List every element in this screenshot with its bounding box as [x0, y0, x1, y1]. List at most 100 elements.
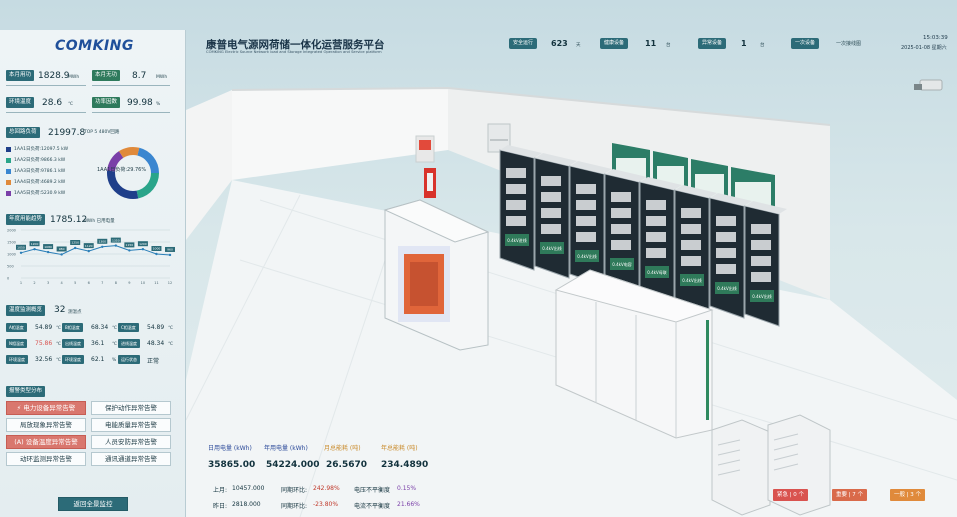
temp-unit: ℃ — [56, 326, 62, 331]
yesterday-label: 昨日: — [213, 503, 228, 510]
x-tick-label: 3 — [47, 281, 49, 285]
data-point — [46, 250, 50, 254]
alarm-type-button[interactable]: 通讯通道异常告警 — [91, 452, 171, 466]
temp-label: N相温度 — [6, 339, 27, 348]
important-alert-badge[interactable]: 重要 | 7 个 — [832, 489, 867, 501]
divider — [92, 85, 170, 86]
cur-imbalance-value: 21.66% — [397, 501, 420, 508]
alarm-type-button[interactable]: 局放现象异常告警 — [6, 418, 86, 432]
cabinet-label: 0.4kV出线 — [717, 285, 736, 291]
general-alert-badge[interactable]: 一般 | 3 个 — [890, 489, 925, 501]
abnormal-pill: 异常设备 — [698, 38, 727, 49]
alarm-type-button[interactable]: 保护动作异常告警 — [91, 401, 171, 415]
reactive-unit: MWh — [156, 75, 168, 80]
temp-value: 36.1 — [91, 340, 105, 347]
clock-date: 2025-01-08 星期六 — [901, 45, 947, 51]
data-point — [155, 252, 158, 256]
legend-item-label: 1AA2日负荷:9866.3 kW — [14, 158, 66, 163]
env-temp-value: 28.6 — [42, 98, 63, 108]
divider — [6, 112, 86, 113]
pf-unit: % — [156, 102, 161, 107]
month-power-value: 1828.9 — [38, 71, 70, 81]
back-overview-button[interactable]: 返回全景监控 — [58, 497, 128, 511]
healthy-pill: 健康设备 — [600, 38, 629, 49]
temp-value: 68.34 — [91, 324, 109, 331]
left-panel: COMKING 本月用功 1828.9 MWh 本月无功 8.7 MWh 环境温… — [0, 30, 186, 517]
x-tick-label: 7 — [101, 281, 103, 285]
x-tick-label: 10 — [141, 281, 145, 285]
temp-value: 48.34 — [147, 340, 165, 347]
reactive-value: 8.7 — [132, 71, 147, 81]
data-point — [141, 248, 145, 251]
temp-unit: % — [112, 358, 117, 363]
day-energy-label: 日用电量 (kWh) — [208, 445, 252, 452]
temp-unit: ℃ — [112, 342, 118, 347]
temp-unit: ℃ — [112, 326, 118, 331]
temp-value: 75.86 — [35, 340, 53, 347]
temp-unit: ℃ — [56, 358, 62, 363]
temp-value: 62.1 — [91, 356, 105, 363]
urgent-alert-badge[interactable]: 紧急 | 0 个 — [773, 489, 808, 501]
x-tick-label: 8 — [115, 281, 117, 285]
top-bar: 康普电气源网荷储一体化运营服务平台 COMKING Electric Sourc… — [186, 30, 957, 60]
load-tag: 总回路负荷 — [6, 127, 40, 138]
safe-days-value: 623 — [551, 39, 568, 48]
platform-subtitle: COMKING Electric Source Network load and… — [206, 50, 382, 54]
env-temp-tag: 环境温度 — [6, 97, 35, 108]
legend-item-label: 1AA3日负荷:9786.1 kW — [14, 169, 66, 174]
cabinet-label: 0.4kV进线 — [507, 237, 526, 243]
pf-value: 99.98 — [127, 98, 153, 108]
temp-label: 环境温度 — [6, 355, 28, 364]
cur-imbalance-label: 电流不平衡度 — [354, 503, 391, 510]
legend-swatch — [6, 169, 11, 174]
alarm-type-button[interactable]: ⚡ 电力设备异常告警 — [6, 401, 86, 415]
temp-label: B相温度 — [62, 323, 83, 332]
alarm-type-button[interactable]: 人员安防异常告警 — [91, 435, 171, 449]
data-point — [87, 249, 90, 253]
data-point — [101, 245, 104, 248]
safe-days-pill: 安全运行 — [509, 38, 538, 49]
temp-label: 出线温度 — [62, 339, 84, 348]
x-tick-label: 12 — [168, 281, 172, 285]
temp-unit: ℃ — [56, 342, 62, 347]
alarm-type-button[interactable]: 动环监测异常告警 — [6, 452, 86, 466]
year-trend-tag: 年度用能趋势 — [6, 214, 46, 225]
alarm-type-button[interactable]: 电能质量异常告警 — [91, 418, 171, 432]
data-point — [19, 251, 23, 254]
y-tick-label: 2000 — [7, 229, 16, 233]
divider — [6, 85, 86, 86]
legend-swatch — [6, 191, 11, 196]
env-temp-unit: ℃ — [68, 102, 74, 107]
data-point — [114, 244, 118, 247]
data-label: 1080 — [44, 245, 52, 249]
pf-tag: 功率因数 — [92, 97, 121, 108]
clock-time: 15:03:39 — [923, 35, 948, 41]
data-point — [33, 248, 36, 251]
one-line-diagram-button[interactable]: 一次设备 — [791, 38, 820, 49]
temp-value: 54.89 — [35, 324, 53, 331]
x-tick-label: 11 — [154, 281, 158, 285]
y-tick-label: 1500 — [7, 241, 16, 245]
mom2-label: 同期环比: — [281, 503, 308, 510]
alarm-type-button[interactable]: (A) 设备温度异常告警 — [6, 435, 86, 449]
temp-label: A相温度 — [6, 323, 27, 332]
data-label: 1150 — [126, 243, 134, 247]
month-power-unit: MWh — [68, 75, 80, 80]
x-tick-label: 9 — [128, 281, 130, 285]
data-label: 1250 — [71, 241, 79, 245]
temp-value: 54.89 — [147, 324, 165, 331]
temp-tag: 温度监测概览 — [6, 305, 46, 316]
temp-value: 32.56 — [35, 356, 53, 363]
alarm-tag: 报警类型分布 — [6, 386, 46, 397]
temp-label: C相温度 — [118, 323, 139, 332]
load-donut-chart — [107, 147, 159, 199]
year-consumption-value: 234.4890 — [381, 460, 429, 470]
x-tick-label: 5 — [74, 281, 76, 285]
year-energy-value: 54224.000 — [266, 460, 320, 470]
month-consumption-value: 26.5670 — [326, 460, 367, 470]
divider — [92, 112, 170, 113]
data-point — [168, 253, 172, 257]
data-label: 1300 — [98, 240, 106, 244]
data-label: 1120 — [85, 244, 93, 248]
mom-value: 242.98% — [313, 485, 340, 492]
